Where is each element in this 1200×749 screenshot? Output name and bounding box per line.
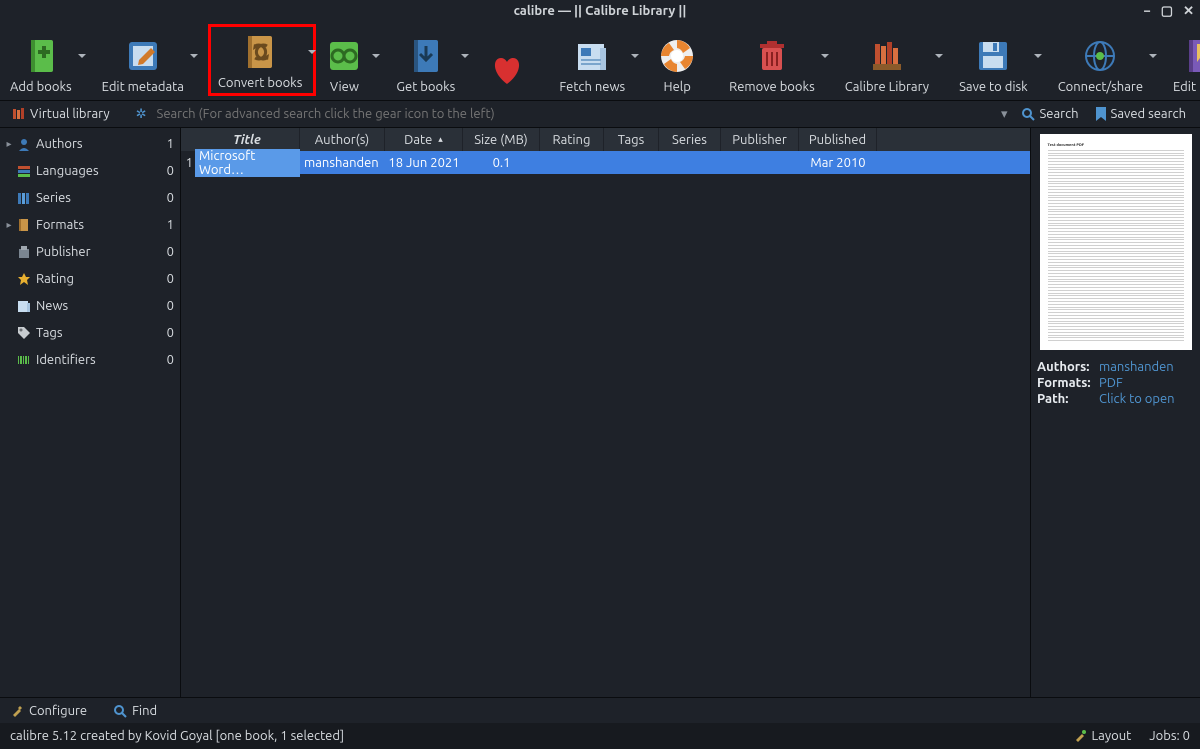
- tag-browser-sidebar: ▸Authors1 Languages0 Series0 ▸Formats1 P…: [0, 128, 181, 697]
- search-button[interactable]: Search: [1013, 107, 1086, 121]
- sidebar-item-languages[interactable]: Languages0: [0, 157, 180, 184]
- save-to-disk-button[interactable]: Save to disk: [953, 32, 1034, 96]
- edit-metadata-button[interactable]: Edit metadata: [96, 32, 190, 96]
- saved-search-button[interactable]: Saved search: [1087, 107, 1194, 121]
- cover-thumbnail[interactable]: Test document PDF: [1040, 134, 1192, 350]
- configure-button[interactable]: Configure: [10, 704, 87, 718]
- convert-books-button[interactable]: Convert books: [212, 28, 309, 92]
- window-minimize-icon[interactable]: −: [1143, 4, 1150, 18]
- sidebar-item-series[interactable]: Series0: [0, 184, 180, 211]
- book-details-pane: Test document PDF Authors:manshanden For…: [1030, 128, 1200, 697]
- view-button[interactable]: View: [316, 32, 372, 96]
- edit-book-button[interactable]: Edit book: [1167, 32, 1200, 96]
- search-dropdown-icon[interactable]: ▾: [1001, 107, 1008, 122]
- sidebar-item-publisher[interactable]: Publisher0: [0, 238, 180, 265]
- search-settings-icon[interactable]: ✲: [136, 107, 147, 122]
- find-button[interactable]: Find: [113, 704, 157, 718]
- status-text: calibre 5.12 created by Kovid Goyal [one…: [10, 729, 344, 743]
- table-row[interactable]: 1 Microsoft Word… manshanden 18 Jun 2021…: [181, 151, 1030, 174]
- book-table-body[interactable]: 1 Microsoft Word… manshanden 18 Jun 2021…: [181, 151, 1030, 697]
- sidebar-item-tags[interactable]: Tags0: [0, 319, 180, 346]
- window-close-icon[interactable]: ✕: [1183, 4, 1194, 19]
- search-row: Virtual library ✲ ▾ Search Saved search: [0, 100, 1200, 128]
- remove-books-button[interactable]: Remove books: [723, 32, 821, 96]
- window-title: calibre — || Calibre Library ||: [514, 4, 687, 18]
- book-table-header[interactable]: Title Author(s) Date▴ Size (MB) Rating T…: [181, 128, 1030, 151]
- fetch-news-button[interactable]: Fetch news: [553, 32, 631, 96]
- jobs-indicator[interactable]: Jobs: 0: [1149, 729, 1190, 743]
- get-books-button[interactable]: Get books: [390, 32, 461, 96]
- donate-button[interactable]: [479, 46, 535, 96]
- layout-button[interactable]: Layout: [1073, 729, 1132, 743]
- connect-share-button[interactable]: Connect/share: [1052, 32, 1149, 96]
- sidebar-item-news[interactable]: News0: [0, 292, 180, 319]
- details-path-link[interactable]: Click to open: [1099, 392, 1175, 406]
- sidebar-item-authors[interactable]: ▸Authors1: [0, 130, 180, 157]
- status-bar: calibre 5.12 created by Kovid Goyal [one…: [0, 723, 1200, 749]
- details-formats-link[interactable]: PDF: [1099, 376, 1123, 390]
- main-toolbar: Add books Edit metadata Convert books Vi…: [0, 22, 1200, 100]
- add-books-button[interactable]: Add books: [4, 32, 78, 96]
- help-button[interactable]: Help: [649, 32, 705, 96]
- sidebar-item-formats[interactable]: ▸Formats1: [0, 211, 180, 238]
- calibre-library-button[interactable]: Calibre Library: [839, 32, 935, 96]
- window-titlebar: calibre — || Calibre Library || − ▢ ✕: [0, 0, 1200, 22]
- window-maximize-icon[interactable]: ▢: [1161, 4, 1173, 19]
- sidebar-item-identifiers[interactable]: Identifiers0: [0, 346, 180, 373]
- details-authors-link[interactable]: manshanden: [1099, 360, 1174, 374]
- virtual-library-button[interactable]: Virtual library: [6, 107, 116, 121]
- sidebar-item-rating[interactable]: Rating0: [0, 265, 180, 292]
- search-input[interactable]: [153, 103, 995, 125]
